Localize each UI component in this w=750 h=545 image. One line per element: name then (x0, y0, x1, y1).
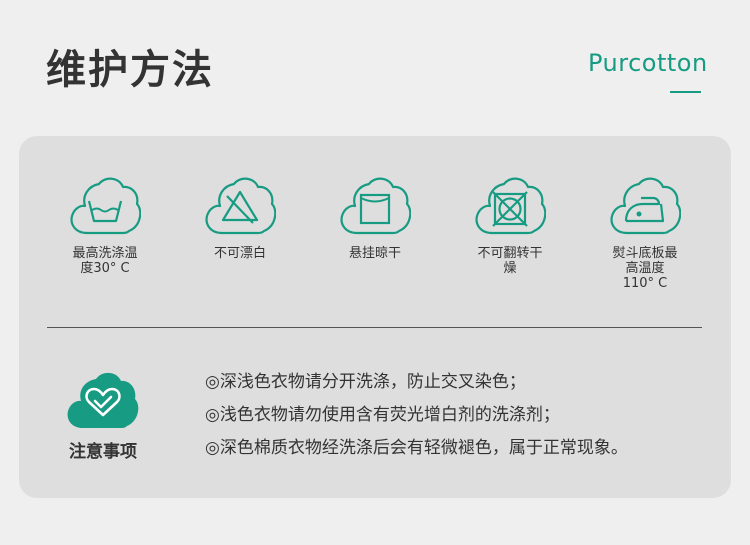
care-item-hang-dry: 悬挂晾干 (320, 174, 430, 261)
care-label: 不可漂白 (213, 246, 266, 261)
care-label: 不可翻转干 燥 (477, 246, 543, 276)
care-item-no-tumble-dry: 不可翻转干 燥 (455, 174, 565, 276)
care-label: 悬挂晾干 (348, 246, 401, 261)
wash-30-icon (70, 177, 141, 235)
brand-underline (670, 91, 701, 93)
notice-item: ◎深色棉质衣物经洗涤后会有轻微褪色，属于正常现象。 (205, 438, 628, 458)
page-title: 维护方法 (46, 47, 214, 93)
heart-cloud-icon (65, 368, 141, 434)
care-label: 最高洗涤温 度30° C (72, 246, 138, 276)
care-item-wash: 最高洗涤温 度30° C (50, 174, 160, 276)
hang-dry-icon (340, 177, 411, 235)
iron-low-icon (610, 177, 681, 235)
notice-list: ◎深浅色衣物请分开洗涤，防止交叉染色； ◎浅色衣物请勿使用含有荧光增白剂的洗涤剂… (205, 366, 628, 465)
section-divider (47, 327, 702, 328)
notice-title: 注意事项 (69, 442, 137, 462)
notice-item: ◎浅色衣物请勿使用含有荧光增白剂的洗涤剂； (205, 405, 560, 425)
notice-item: ◎深浅色衣物请分开洗涤，防止交叉染色； (205, 372, 526, 392)
care-item-no-bleach: 不可漂白 (185, 174, 295, 261)
brand-logo: Purcotton (588, 49, 708, 77)
care-label: 熨斗底板最 高温度 110° C (612, 246, 678, 291)
no-bleach-icon (205, 177, 276, 235)
no-tumble-dry-icon (475, 177, 546, 235)
care-item-iron: 熨斗底板最 高温度 110° C (590, 174, 700, 291)
care-panel: 最高洗涤温 度30° C 不可漂白 悬挂晾干 不可翻转干 燥 熨斗底板最 高温度… (19, 136, 731, 498)
